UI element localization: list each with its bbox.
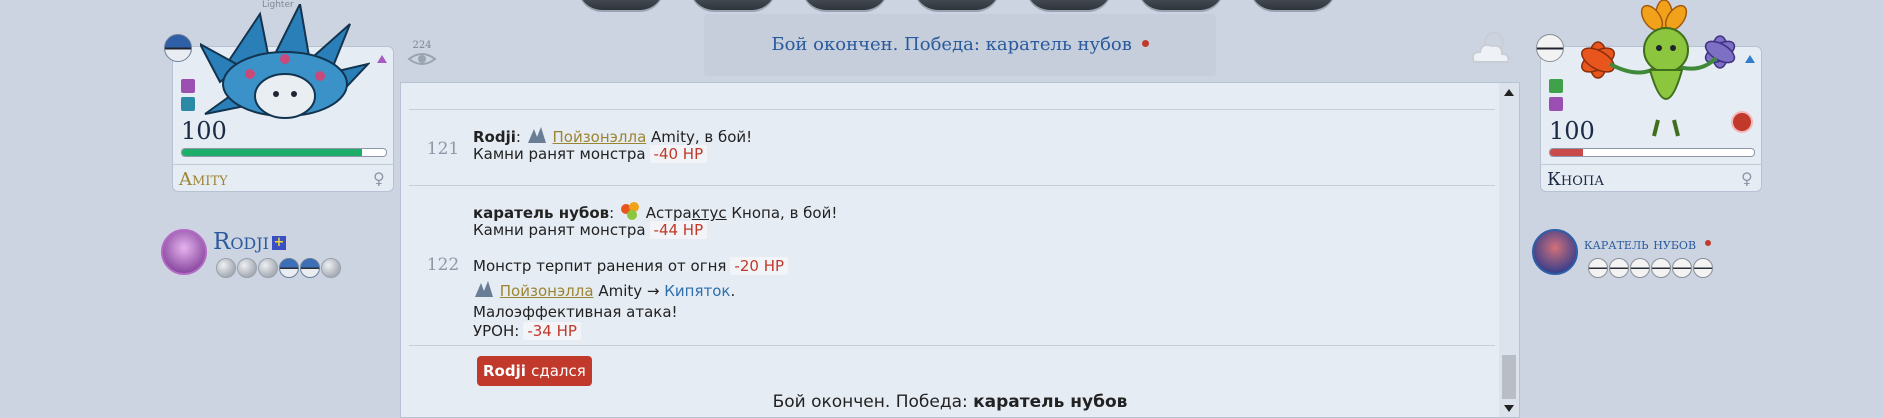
speaker-name: каратель нубов bbox=[473, 204, 610, 222]
poison-type-icon bbox=[1549, 97, 1563, 111]
pokemon-sprite bbox=[1581, 0, 1736, 137]
party-pokeball-icon bbox=[300, 258, 320, 278]
final-result: Бой окончен. Победа: каратель нубов bbox=[772, 392, 1128, 412]
party-pokeball-icon bbox=[1609, 258, 1629, 278]
grass-type-icon bbox=[1549, 79, 1563, 93]
status-dot-icon bbox=[1704, 240, 1711, 246]
pokemon-mini-icon bbox=[527, 127, 546, 143]
log-line: Пойзонэлла Amity → Кипяток. bbox=[473, 279, 735, 300]
turn-number: 122 bbox=[426, 255, 460, 275]
scroll-up-arrow-icon[interactable] bbox=[1504, 89, 1514, 96]
eye-icon bbox=[407, 53, 437, 65]
party-pokeball-icon bbox=[1588, 258, 1608, 278]
banner-text: Бой окончен. Победа: каратель нубов bbox=[771, 34, 1132, 55]
damage-value: -34 HP bbox=[523, 322, 581, 340]
party-balls bbox=[216, 258, 342, 278]
log-line: Rodji: Пойзонэлла Amity, в бой! bbox=[473, 125, 752, 146]
party-balls bbox=[1588, 258, 1714, 278]
speaker-name: Rodji bbox=[473, 128, 516, 146]
damage-value: -44 HP bbox=[649, 221, 708, 239]
battle-result-banner: Бой окончен. Победа: каратель нубов bbox=[704, 14, 1216, 76]
hp-bar bbox=[1549, 148, 1755, 157]
pokemon-name: Amity bbox=[179, 169, 228, 190]
party-pokeball-icon bbox=[258, 258, 278, 278]
female-icon: ♀ bbox=[1741, 169, 1753, 188]
pokemon-link[interactable]: Пойзонэлла bbox=[500, 282, 594, 300]
party-pokeball-icon bbox=[279, 258, 299, 278]
log-line: Монстр терпит ранения от огня -20 HP bbox=[473, 257, 789, 275]
player-name[interactable]: каратель нубов bbox=[1584, 235, 1711, 253]
damage-value: -40 HP bbox=[649, 145, 708, 163]
stat-up-icon bbox=[1745, 55, 1755, 63]
log-line: каратель нубов: Астрактус Кнопа, в бой! bbox=[473, 201, 837, 222]
status-dot-icon bbox=[1141, 40, 1149, 47]
views-counter: 224 bbox=[406, 40, 438, 71]
water-type-icon bbox=[181, 97, 195, 111]
pokemon-name: Кнопа bbox=[1547, 169, 1605, 190]
pokemon-link[interactable]: Пойзонэлла bbox=[553, 128, 647, 146]
party-pokeball-icon bbox=[237, 258, 257, 278]
hp-bar bbox=[181, 148, 387, 157]
avatar[interactable] bbox=[1532, 229, 1578, 275]
pokeball-icon bbox=[164, 34, 192, 62]
party-pokeball-icon bbox=[1651, 258, 1671, 278]
log-line: Малоэффективная атака! bbox=[473, 303, 678, 321]
surrender-badge: Rodji сдался bbox=[477, 356, 592, 386]
move-name[interactable]: Кипяток bbox=[664, 282, 730, 300]
stat-up-icon bbox=[377, 55, 387, 63]
log-line: Камни ранят монстра -40 HP bbox=[473, 145, 708, 163]
views-count: 224 bbox=[412, 40, 432, 51]
log-line: УРОН: -34 HP bbox=[473, 322, 581, 340]
hp-bar-fill bbox=[1550, 149, 1583, 156]
hp-bar-fill bbox=[182, 149, 362, 156]
party-pokeball-icon bbox=[216, 258, 236, 278]
player-name[interactable]: Rodji bbox=[213, 229, 269, 255]
turn-number: 121 bbox=[426, 139, 460, 159]
party-pokeball-icon bbox=[1672, 258, 1692, 278]
pokemon-sprite bbox=[200, 4, 370, 119]
pokeball-icon bbox=[1536, 34, 1564, 62]
female-icon: ♀ bbox=[373, 169, 385, 188]
poison-type-icon bbox=[181, 79, 195, 93]
pokemon-mini-icon bbox=[620, 202, 639, 220]
battle-log[interactable]: 121 Rodji: Пойзонэлла Amity, в бой! Камн… bbox=[400, 82, 1520, 418]
plus-badge-icon: + bbox=[272, 235, 286, 250]
party-pokeball-icon bbox=[1693, 258, 1713, 278]
scroll-down-arrow-icon[interactable] bbox=[1504, 405, 1514, 412]
scroll-thumb[interactable] bbox=[1502, 355, 1516, 399]
avatar[interactable] bbox=[161, 229, 207, 275]
damage-value: -20 HP bbox=[730, 257, 789, 275]
weather-cloud-icon bbox=[1471, 32, 1510, 63]
pokemon-mini-icon bbox=[475, 281, 493, 297]
scrollbar[interactable] bbox=[1499, 83, 1519, 417]
party-pokeball-icon bbox=[321, 258, 341, 278]
log-line: Камни ранят монстра -44 HP bbox=[473, 221, 708, 239]
party-pokeball-icon bbox=[1630, 258, 1650, 278]
